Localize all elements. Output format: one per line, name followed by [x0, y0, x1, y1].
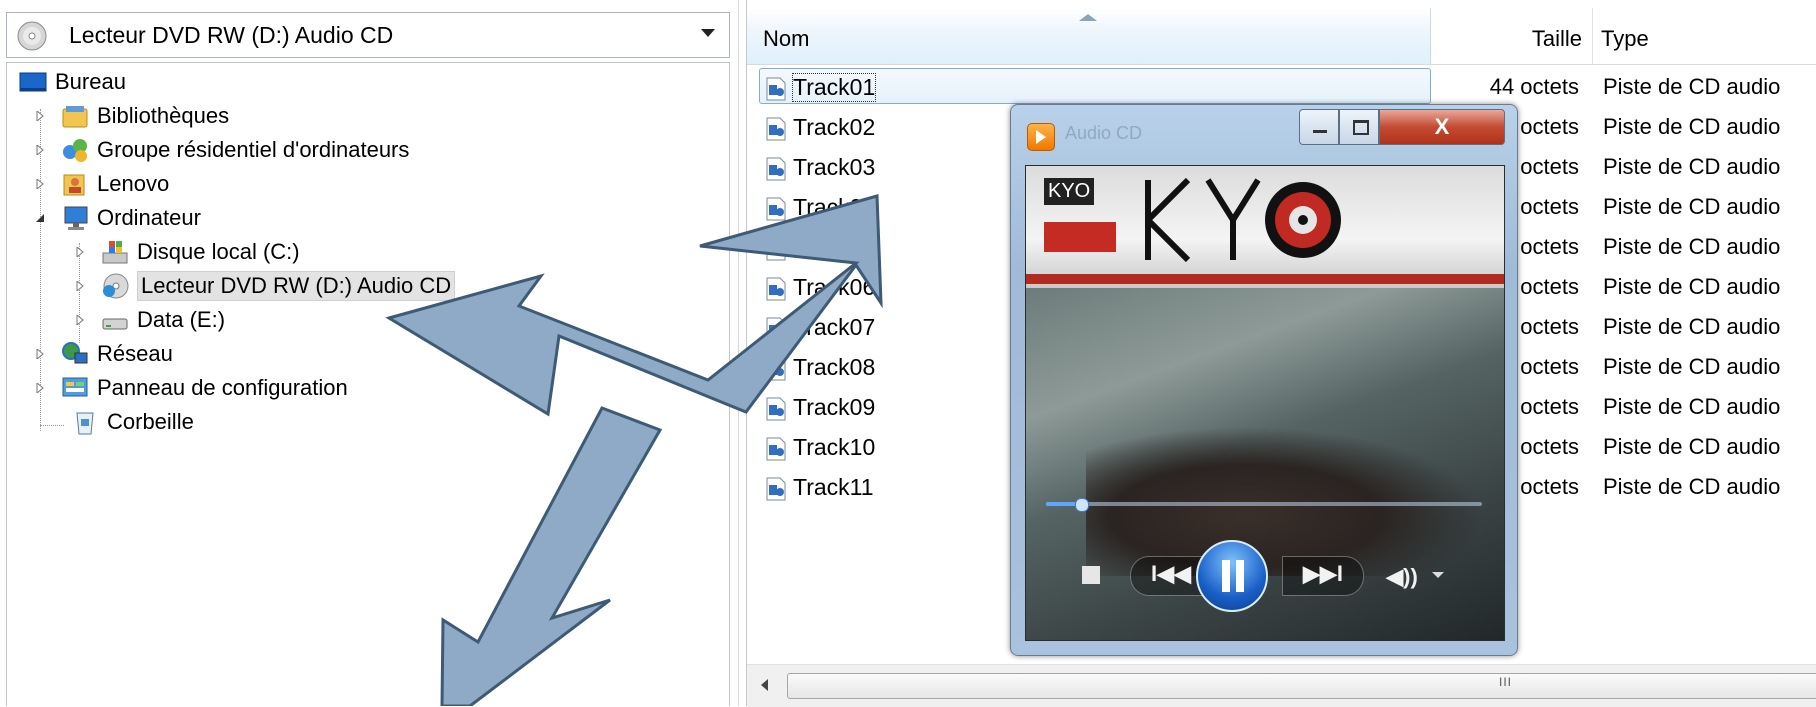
double-arrow-dvd-to-track — [385, 194, 883, 417]
annotation-arrows — [385, 194, 883, 706]
arrow-group — [385, 194, 883, 706]
down-arrow — [440, 406, 663, 706]
